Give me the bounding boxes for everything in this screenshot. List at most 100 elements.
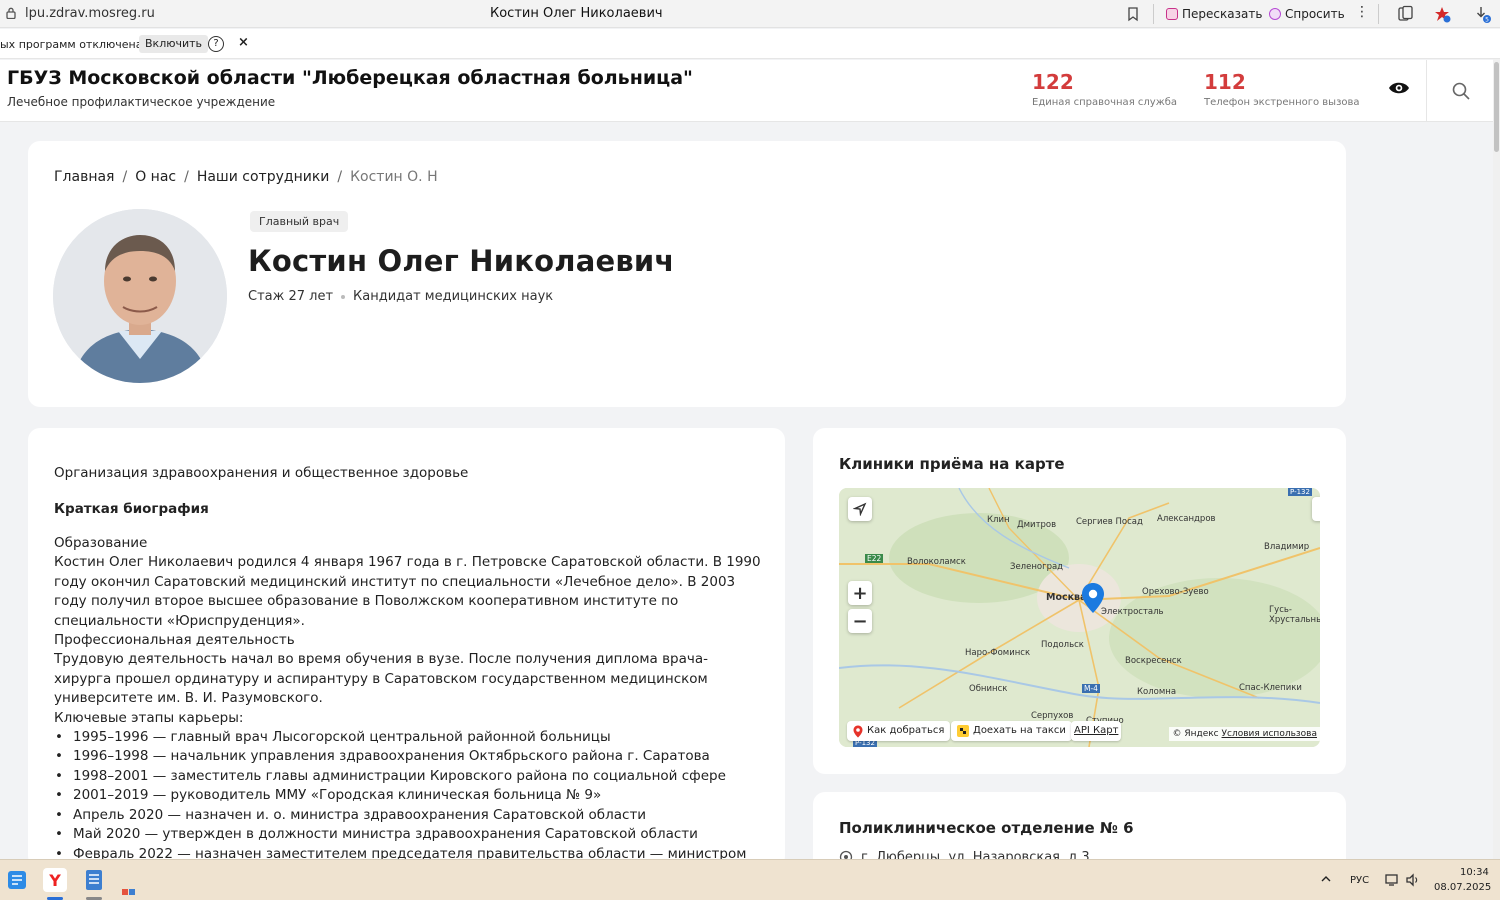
breadcrumb-about[interactable]: О нас [135, 169, 176, 185]
more-menu-icon[interactable]: ⋮ [1355, 4, 1369, 20]
fullscreen-button[interactable] [1312, 497, 1320, 521]
phone-emergency[interactable]: 112 Телефон экстренного вызова [1204, 70, 1360, 108]
taxi-button[interactable]: Доехать на такси [951, 721, 1072, 741]
map-label: Орехово-Зуево [1142, 587, 1209, 597]
svg-text:5: 5 [1485, 16, 1489, 23]
yandex-browser-icon[interactable]: Y [42, 867, 68, 893]
map-title: Клиники приёма на карте [839, 455, 1065, 473]
map-label: Зеленоград [1010, 562, 1064, 572]
phone-number: 112 [1204, 70, 1246, 94]
navigation-arrow-icon [853, 502, 867, 516]
ask-label: Спросить [1285, 7, 1345, 21]
clock-time[interactable]: 10:34 [1460, 867, 1489, 878]
eye-icon[interactable] [1388, 80, 1410, 96]
position-badge: Главный врач [250, 211, 349, 232]
zoom-in-button[interactable]: + [848, 581, 872, 605]
map-label: Коломна [1137, 687, 1177, 697]
retell-button[interactable]: Пересказать [1166, 5, 1262, 23]
language-indicator[interactable]: РУС [1350, 875, 1369, 886]
education-text: Костин Олег Николаевич родился 4 января … [54, 554, 761, 629]
list-item: Апрель 2020 — назначен и. о. министра зд… [54, 806, 764, 826]
route-label: Как добраться [867, 725, 945, 736]
svg-text:Y: Y [48, 871, 61, 890]
map-label: Наро-Фоминск [965, 648, 1031, 658]
phone-info-service[interactable]: 122 Единая справочная служба [1032, 70, 1177, 108]
doctor-meta: Стаж 27 лет Кандидат медицинских наук [248, 289, 553, 304]
clinic-map[interactable]: Клин Дмитров Сергиев Посад Александров В… [839, 488, 1320, 747]
taxi-label: Доехать на такси [973, 725, 1066, 736]
volume-icon[interactable] [1405, 872, 1421, 888]
milestones-heading: Ключевые этапы карьеры: [54, 709, 244, 726]
location-pin-icon[interactable] [1081, 582, 1105, 614]
specialty-text: Организация здравоохранения и общественн… [54, 465, 469, 481]
biography-card: Организация здравоохранения и общественн… [28, 428, 785, 868]
geolocation-button[interactable] [848, 497, 872, 521]
app-icon[interactable] [118, 885, 142, 900]
extension-icon[interactable] [1433, 5, 1451, 23]
breadcrumb-staff[interactable]: Наши сотрудники [197, 169, 330, 185]
taxi-icon [957, 725, 969, 737]
road-sign: M-4 [1082, 684, 1100, 693]
search-icon[interactable] [1451, 81, 1471, 101]
biography-heading: Краткая биография [54, 501, 209, 517]
doctor-name: Костин Олег Николаевич [248, 244, 675, 278]
route-button[interactable]: Как добраться [847, 721, 951, 741]
zoom-out-button[interactable]: − [848, 609, 872, 633]
widgets-icon[interactable] [4, 867, 30, 893]
road-sign: P-132 [1288, 488, 1312, 496]
breadcrumb-separator: / [337, 169, 343, 185]
org-title[interactable]: ГБУЗ Московской области "Люберецкая обла… [7, 67, 693, 89]
map-label: Обнинск [969, 684, 1008, 694]
map-label: Серпухов [1031, 711, 1074, 721]
map-label: Дмитров [1017, 520, 1057, 530]
clock-date[interactable]: 08.07.2025 [1434, 882, 1491, 893]
phone-number: 122 [1032, 70, 1074, 94]
map-card: Клиники приёма на карте Клин Дмитров Сер… [813, 428, 1346, 774]
clinic-title: Поликлиническое отделение № 6 [839, 819, 1134, 837]
terms-link[interactable]: Условия использова [1222, 729, 1317, 739]
map-label: Александров [1157, 514, 1216, 524]
help-icon[interactable]: ? [208, 36, 224, 52]
map-label: Сергиев Посад [1076, 517, 1143, 527]
map-copyright: © Яндекс Условия использова [1169, 727, 1320, 741]
list-item: 1995–1996 — главный врач Лысогорской цен… [54, 728, 764, 748]
bookmark-icon[interactable] [1126, 6, 1140, 22]
degree-text: Кандидат медицинских наук [353, 289, 554, 304]
list-item: 1998–2001 — заместитель главы администра… [54, 767, 764, 787]
route-pin-icon [853, 725, 863, 737]
notification-bar: ых программ отключена Включить ? × [0, 29, 1500, 59]
collections-icon[interactable] [1396, 5, 1414, 23]
api-maps-link[interactable]: API Карт [1071, 721, 1122, 741]
map-label: Воскресенск [1125, 656, 1182, 666]
breadcrumb-separator: / [122, 169, 128, 185]
map-label: Гусь-Хрустальный [1269, 605, 1320, 625]
map-label: Владимир [1264, 542, 1310, 552]
map-label: Волоколамск [907, 557, 966, 567]
windows-taskbar: Y РУС 10:34 08.07.2025 [0, 859, 1500, 900]
enable-button[interactable]: Включить [139, 35, 209, 53]
list-item: Май 2020 — утвержден в должности министр… [54, 825, 764, 845]
chevron-up-icon[interactable] [1320, 874, 1332, 884]
breadcrumb-home[interactable]: Главная [54, 169, 114, 185]
career-heading: Профессиональная деятельность [54, 632, 295, 649]
map-label: Спас-Клепики [1239, 683, 1302, 693]
page-scrollbar[interactable] [1493, 59, 1500, 859]
scrollbar-thumb[interactable] [1494, 62, 1499, 152]
avatar [53, 209, 227, 383]
biography-body: Образование Костин Олег Николаевич родил… [54, 534, 764, 864]
meta-dot [341, 294, 346, 299]
browser-toolbar: lpu.zdrav.mosreg.ru Костин Олег Николаев… [0, 0, 1500, 28]
ask-icon [1269, 8, 1281, 20]
notepad-icon[interactable] [81, 867, 107, 893]
ask-button[interactable]: Спросить [1269, 5, 1345, 23]
downloads-icon[interactable]: 5 [1473, 5, 1491, 23]
phone-description: Единая справочная служба [1032, 97, 1177, 108]
lock-icon [6, 7, 16, 19]
toolbar-divider [1378, 4, 1379, 24]
close-icon[interactable]: × [238, 35, 249, 50]
network-icon[interactable] [1384, 872, 1400, 888]
retell-label: Пересказать [1182, 7, 1263, 21]
address-bar[interactable]: lpu.zdrav.mosreg.ru [25, 6, 155, 21]
api-maps-label: API Карт [1074, 725, 1119, 736]
career-text: Трудовую деятельность начал во время обу… [54, 651, 709, 707]
